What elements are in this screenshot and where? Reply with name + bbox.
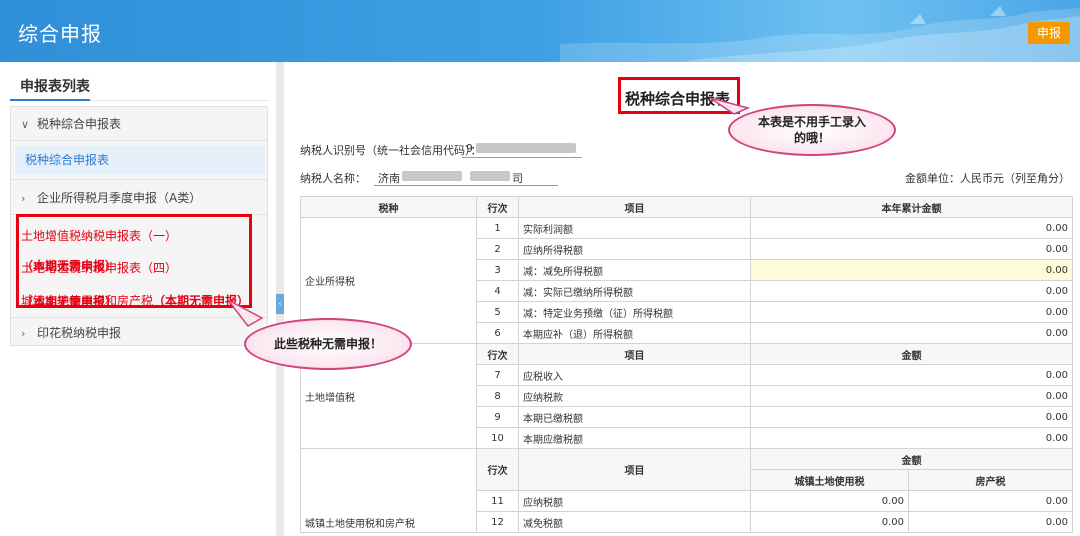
app-header: 综合申报 申报 <box>0 0 1080 62</box>
amount-cell: 0.00 <box>750 322 1073 344</box>
table-subheader-row: 土地增值税 行次 项目 金额 <box>300 343 1073 449</box>
unit-label: 金额单位：人民币元（列至角分） <box>905 172 1070 185</box>
bubble-pointer <box>227 299 264 327</box>
amount-cell: 0.00 <box>750 238 1073 260</box>
taxpayer-id-label: 纳税人识别号（统一社会信用代码）： <box>300 144 482 157</box>
great-wall-banner <box>560 6 1080 62</box>
amount-cell: 0.00 <box>908 490 1073 512</box>
taxpayer-name-label: 纳税人名称： <box>300 172 366 185</box>
amount-cell: 0.00 <box>750 406 1073 428</box>
redacted-id <box>476 143 576 153</box>
amount-cell: 0.00 <box>750 217 1073 239</box>
amount-cell: 0.00 <box>908 511 1073 533</box>
amount-cell: 0.00 <box>750 280 1073 302</box>
amount-cell: 0.00 <box>750 385 1073 407</box>
amount-cell: 0.00 <box>750 301 1073 323</box>
table-subheader-row: 城镇土地使用税和房产税 行次 项目 金额 <box>300 448 1073 533</box>
amount-cell: 0.00 <box>750 364 1073 386</box>
taxpayer-id-value: 9 <box>466 142 473 155</box>
redacted-name <box>402 171 462 181</box>
active-underline <box>10 99 90 101</box>
chevron-right-icon: › <box>21 192 26 205</box>
editable-amount-cell[interactable]: 0.00 <box>750 259 1073 281</box>
table-header-row: 税种 行次 项目 本年累计金额 <box>300 196 1073 218</box>
highlight-box <box>16 214 252 308</box>
amount-cell: 0.00 <box>750 511 909 533</box>
sidebar-title: 申报表列表 <box>20 79 90 95</box>
amount-cell: 0.00 <box>750 490 909 512</box>
sidebar-group-cit[interactable]: › 企业所得税月季度申报（A类） <box>11 179 267 215</box>
table-row: 企业所得税 1 实际利润额 0.00 <box>300 217 1073 344</box>
field-underline <box>462 157 582 158</box>
chevron-down-icon: ∨ <box>21 118 30 131</box>
tax-summary-table: 税种 行次 项目 本年累计金额 企业所得税 1 实际利润额 0.00 2 应纳所… <box>300 196 1073 533</box>
page-title: 综合申报 <box>18 22 102 46</box>
collapse-arrow-icon[interactable]: ‹ <box>276 294 284 314</box>
chevron-right-icon: › <box>21 327 26 340</box>
submit-button[interactable]: 申报 <box>1028 22 1070 44</box>
sidebar-item-tax-combined[interactable]: 税种综合申报表 <box>15 145 265 175</box>
bubble-pointer <box>710 97 750 115</box>
hint-bubble-top: 本表是不用手工录入的哦！ <box>728 104 896 156</box>
field-underline <box>374 185 558 186</box>
main-panel: 税种综合申报表 纳税人识别号（统一社会信用代码）： 9 纳税人名称： 济南 司 … <box>284 62 1080 536</box>
sidebar-group-tax-combined[interactable]: ∨ 税种综合申报表 <box>11 107 267 141</box>
hint-bubble-left: 此些税种无需申报！ <box>244 318 412 370</box>
redacted-name <box>470 171 510 181</box>
section-name: 城镇土地使用税和房产税 <box>300 448 477 533</box>
taxpayer-name-end: 司 <box>512 172 523 185</box>
panel-splitter[interactable]: ‹ <box>276 62 284 536</box>
taxpayer-name-start: 济南 <box>378 172 400 185</box>
amount-cell: 0.00 <box>750 427 1073 449</box>
